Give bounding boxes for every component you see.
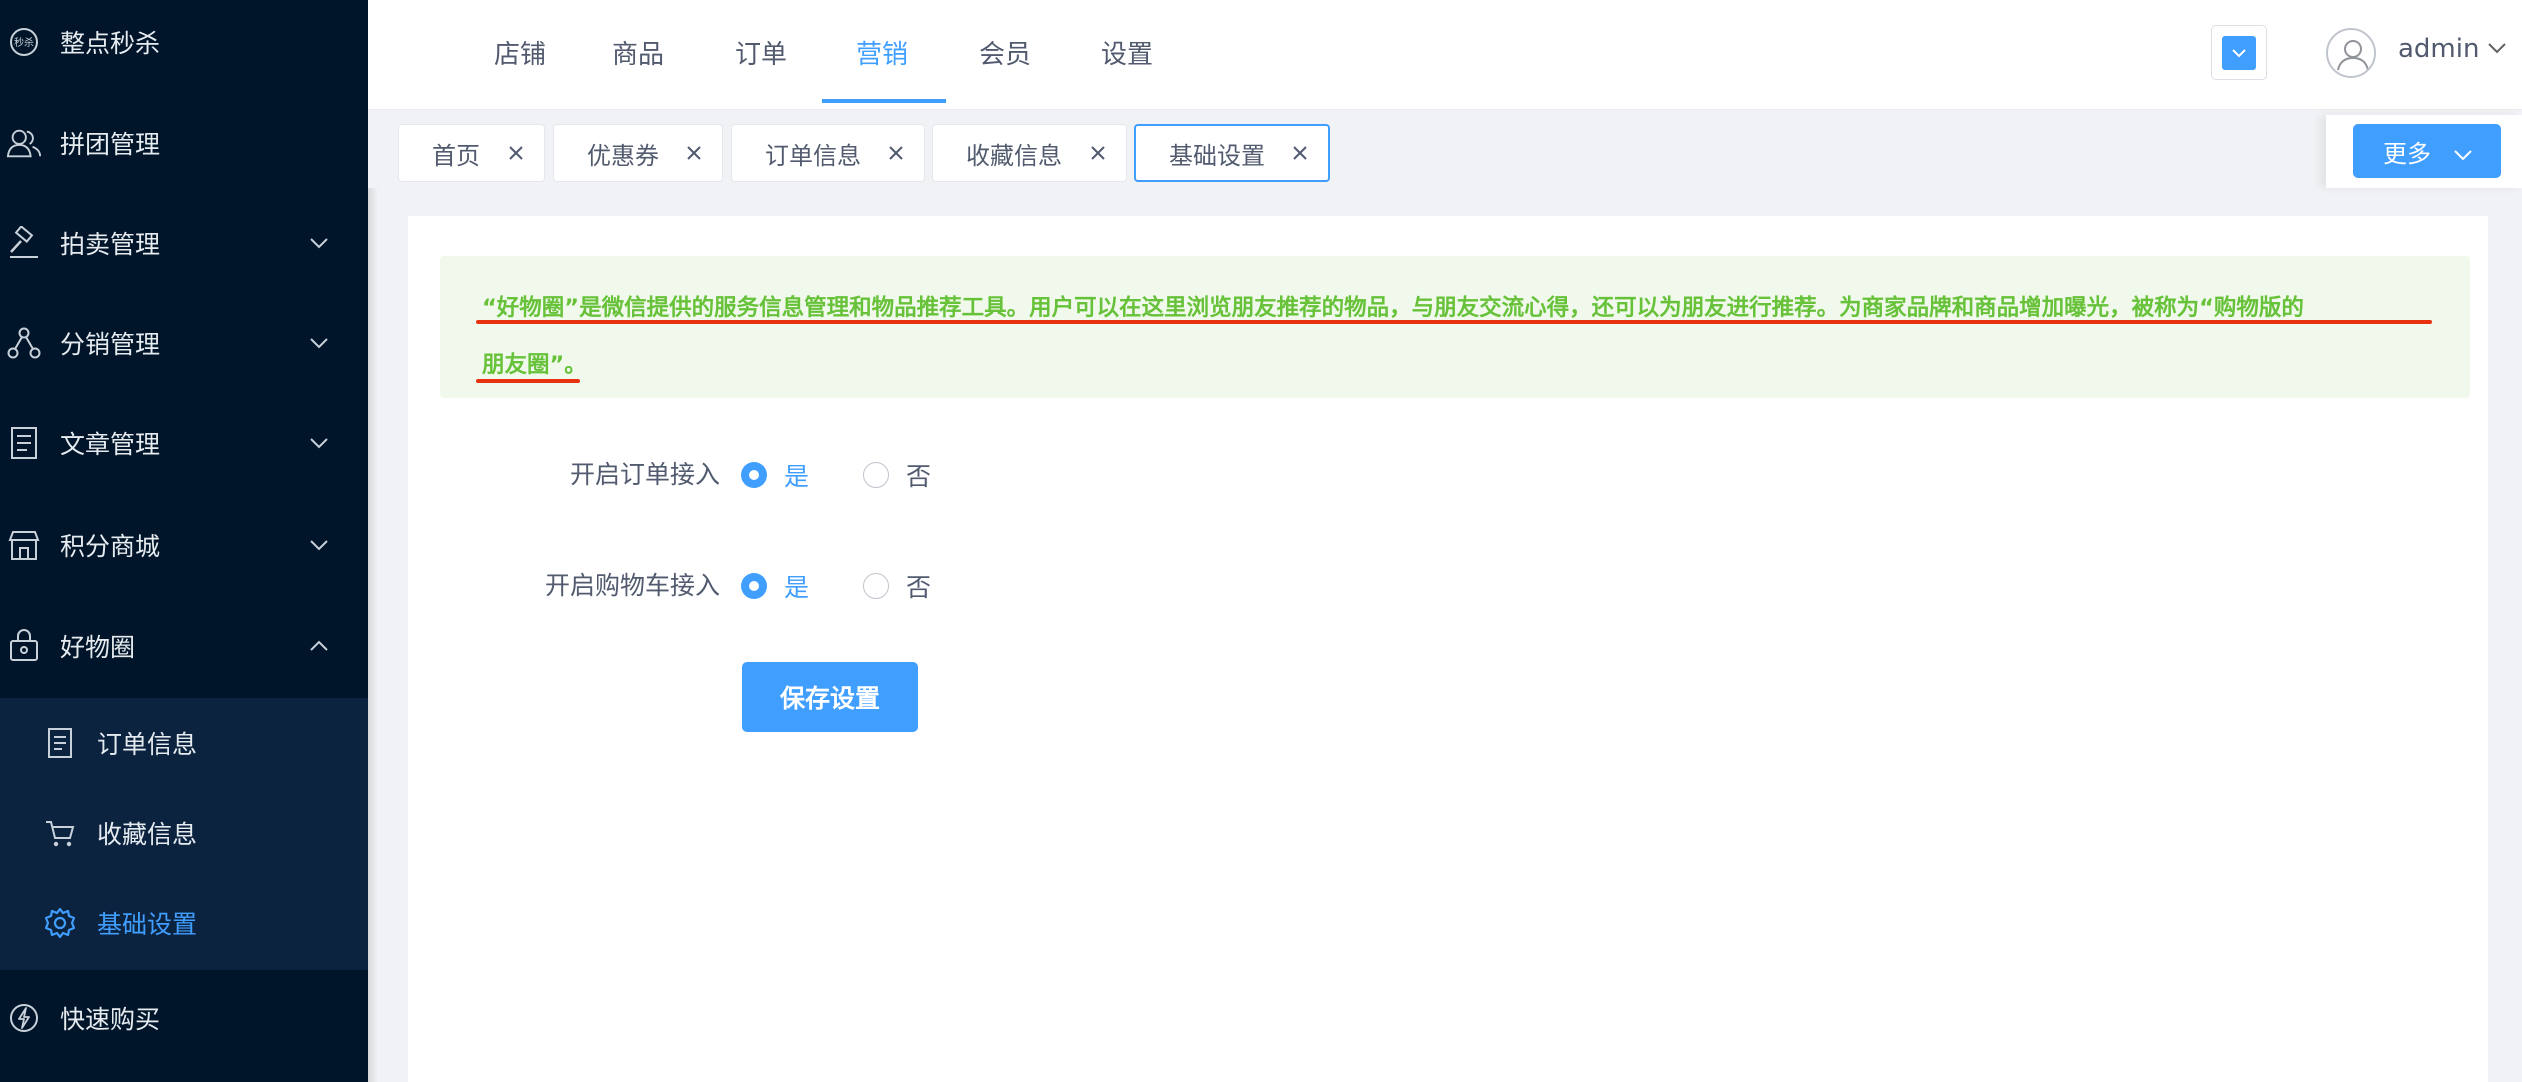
radio-label: 是	[784, 573, 810, 602]
radio-indicator	[863, 462, 889, 488]
tag-basic-settings[interactable]: 基础设置	[1134, 124, 1330, 182]
chevron-up-icon	[306, 633, 332, 659]
sidebar-item-distribution[interactable]: 分销管理	[0, 293, 368, 393]
annotation-underline	[476, 379, 580, 383]
avatar[interactable]	[2326, 28, 2376, 78]
sidebar-item-label: 快速购买	[60, 1005, 161, 1034]
sidebar-item-group-buy[interactable]: 拼团管理	[0, 93, 368, 193]
radio-label: 否	[906, 462, 932, 491]
order-access-no-radio[interactable]: 否	[863, 457, 931, 493]
nav-active-indicator	[822, 99, 946, 103]
alert-line-2: 朋友圈”。	[482, 352, 587, 378]
alert-line-1: “好物圈”是微信提供的服务信息管理和物品推荐工具。用户可以在这里浏览朋友推荐的物…	[482, 295, 2304, 321]
sidebar-item-label: 好物圈	[60, 633, 136, 662]
radio-indicator	[863, 573, 889, 599]
sidebar-item-label: 分销管理	[60, 330, 161, 359]
top-header: 店铺 商品 订单 营销 会员 设置 admin	[368, 0, 2522, 110]
tag-label: 收藏信息	[966, 141, 1062, 170]
chevron-down-icon	[306, 230, 332, 256]
sidebar-item-label: 文章管理	[60, 430, 161, 459]
close-icon[interactable]	[885, 142, 907, 164]
tag-label: 订单信息	[765, 141, 861, 170]
sidebar-item-label: 积分商城	[60, 532, 161, 561]
tag-favorites[interactable]: 收藏信息	[932, 124, 1127, 182]
submenu-item-order-info[interactable]: 订单信息	[0, 698, 368, 788]
close-icon[interactable]	[1289, 142, 1311, 164]
tags-bar: 首页 优惠券 订单信息 收藏信息 基础设置	[368, 110, 2522, 188]
more-label: 更多	[2383, 139, 2431, 168]
save-settings-button[interactable]: 保存设置	[742, 662, 918, 732]
tag-label: 首页	[432, 141, 480, 170]
chevron-down-icon	[2452, 140, 2474, 162]
document-icon	[42, 725, 78, 761]
distribution-icon	[6, 325, 42, 361]
gavel-icon	[6, 225, 42, 261]
tag-label: 基础设置	[1169, 141, 1265, 170]
nav-store[interactable]: 店铺	[484, 0, 556, 104]
header-dropdown-button[interactable]	[2211, 25, 2267, 80]
sidebar-item-label: 拍卖管理	[60, 230, 161, 259]
quick-buy-icon	[6, 1000, 42, 1036]
more-tags-button[interactable]: 更多	[2353, 124, 2501, 178]
close-icon[interactable]	[505, 142, 527, 164]
tag-coupons[interactable]: 优惠券	[553, 124, 723, 182]
submenu-item-basic-settings[interactable]: 基础设置	[0, 878, 368, 968]
order-access-yes-radio[interactable]: 是	[741, 457, 809, 493]
annotation-underline	[476, 320, 2432, 324]
chevron-down-icon	[2222, 35, 2256, 70]
tag-home[interactable]: 首页	[398, 124, 545, 182]
submenu-item-label: 订单信息	[97, 730, 198, 759]
radio-label: 否	[906, 573, 932, 602]
submenu-item-label: 收藏信息	[97, 820, 198, 849]
chevron-down-icon	[306, 430, 332, 456]
chevron-down-icon[interactable]	[2486, 40, 2510, 64]
svg-text:秒杀: 秒杀	[14, 36, 34, 49]
sidebar-item-label: 整点秒杀	[60, 29, 161, 58]
nav-members[interactable]: 会员	[973, 0, 1037, 104]
sidebar-item-flash-sale[interactable]: 秒杀 整点秒杀	[0, 0, 368, 92]
chevron-down-icon	[306, 330, 332, 356]
sidebar-item-label: 拼团管理	[60, 130, 161, 159]
sidebar-item-goods-circle[interactable]: 好物圈	[0, 596, 368, 696]
tag-order-info[interactable]: 订单信息	[731, 124, 925, 182]
nav-settings[interactable]: 设置	[1095, 0, 1159, 104]
alert-text: “好物圈”是微信提供的服务信息管理和物品推荐工具。用户可以在这里浏览朋友推荐的物…	[482, 280, 2442, 394]
cart-access-label: 开启购物车接入	[544, 571, 720, 600]
tag-label: 优惠券	[587, 141, 659, 170]
cart-icon	[42, 815, 78, 851]
flash-sale-icon: 秒杀	[6, 24, 42, 60]
cart-access-yes-radio[interactable]: 是	[741, 568, 809, 604]
goods-circle-icon	[6, 628, 42, 664]
sidebar-item-points-mall[interactable]: 积分商城	[0, 495, 368, 595]
user-icon	[2337, 40, 2369, 71]
close-icon[interactable]	[683, 142, 705, 164]
close-icon[interactable]	[1087, 142, 1109, 164]
gear-icon	[42, 905, 78, 941]
radio-indicator	[741, 573, 767, 599]
radio-indicator	[741, 462, 767, 488]
order-access-label: 开启订单接入	[569, 460, 720, 489]
sidebar-item-auction[interactable]: 拍卖管理	[0, 193, 368, 293]
cart-access-no-radio[interactable]: 否	[863, 568, 931, 604]
submenu-goods-circle: 订单信息 收藏信息 基础设置	[0, 698, 368, 970]
sidebar-item-quick-buy[interactable]: 快速购买	[0, 968, 368, 1068]
nav-marketing[interactable]: 营销	[850, 0, 914, 104]
sidebar: 秒杀 整点秒杀 拼团管理 拍卖管理 分销管理 文章管理 积分商城 好物圈 订单信…	[0, 0, 368, 1082]
submenu-item-favorites[interactable]: 收藏信息	[0, 788, 368, 878]
submenu-item-label: 基础设置	[97, 910, 198, 939]
article-icon	[6, 425, 42, 461]
username[interactable]: admin	[2398, 34, 2479, 64]
sidebar-item-articles[interactable]: 文章管理	[0, 393, 368, 493]
nav-orders[interactable]: 订单	[729, 0, 793, 104]
chevron-down-icon	[306, 532, 332, 558]
nav-products[interactable]: 商品	[606, 0, 670, 104]
shop-icon	[6, 527, 42, 563]
group-buy-icon	[6, 125, 42, 161]
radio-label: 是	[784, 462, 810, 491]
